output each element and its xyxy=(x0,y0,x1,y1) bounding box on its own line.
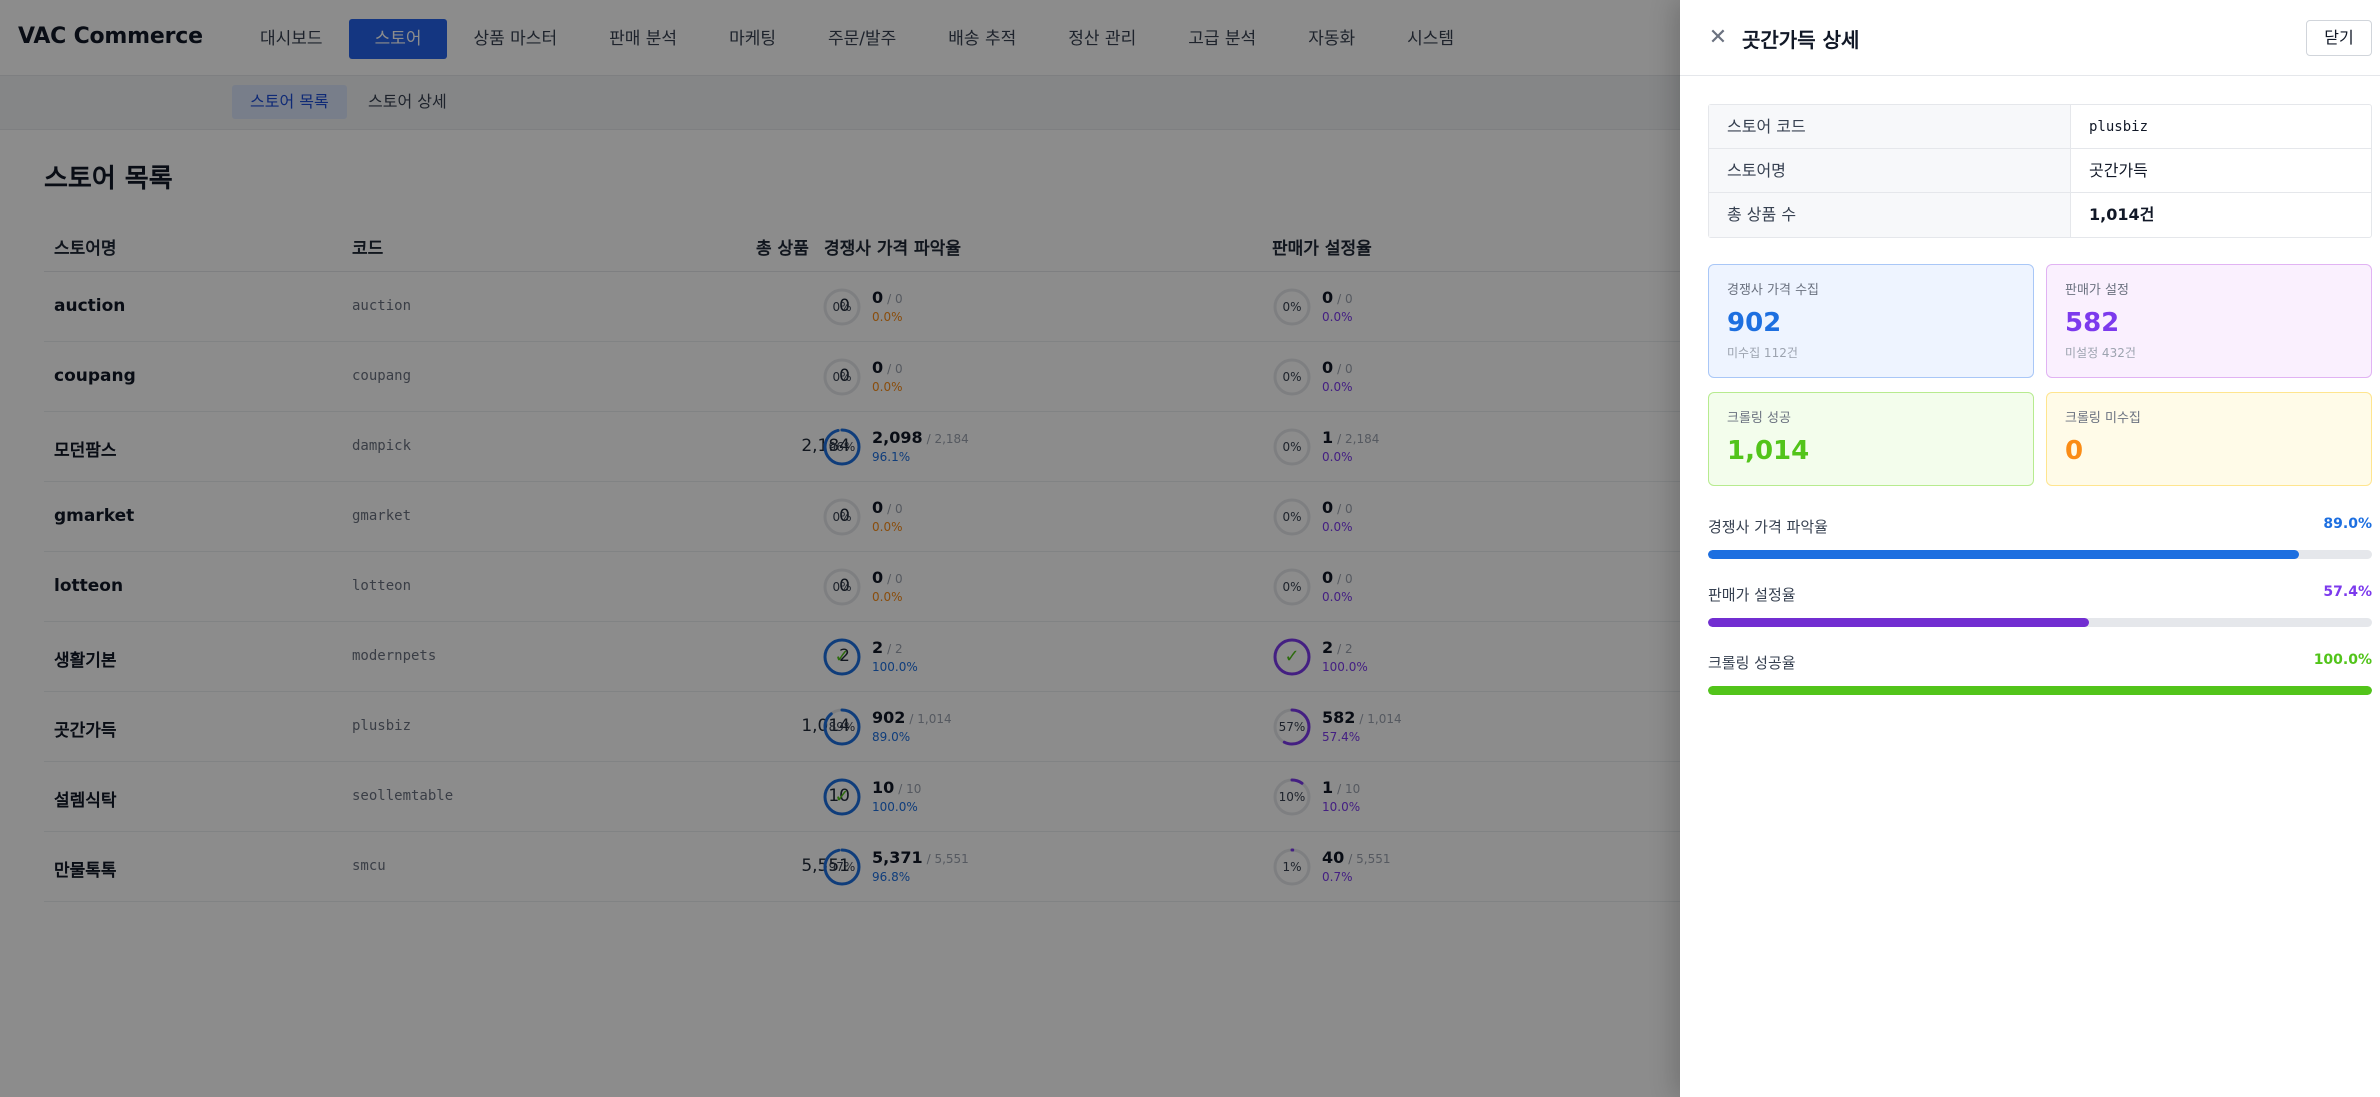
progress-value: 57.4% xyxy=(2323,584,2372,600)
card-label: 크롤링 성공 xyxy=(1727,411,1791,426)
progress-value: 89.0% xyxy=(2323,516,2372,532)
close-button[interactable]: 닫기 xyxy=(2306,20,2372,56)
card-crawl-missing: 크롤링 미수집 0 xyxy=(2046,392,2372,486)
info-value: plusbiz xyxy=(2089,119,2149,135)
progress-crawl-rate: 크롤링 성공율 100.0% xyxy=(1708,652,2372,695)
progress-fill xyxy=(1708,550,2299,559)
info-key: 스토어 코드 xyxy=(1709,105,2071,148)
card-competitor-collected: 경쟁사 가격 수집 902 미수집 112건 xyxy=(1708,264,2034,378)
progress-competitor-rate: 경쟁사 가격 파악율 89.0% xyxy=(1708,516,2372,559)
card-sub: 미설정 432건 xyxy=(2065,346,2136,360)
card-label: 경쟁사 가격 수집 xyxy=(1727,283,1819,298)
drawer-header: ✕ 곳간가득 상세 닫기 xyxy=(1680,0,2380,76)
progress-label: 크롤링 성공율 xyxy=(1708,654,1796,672)
info-row-total: 총 상품 수 1,014건 xyxy=(1709,193,2371,237)
card-value: 1,014 xyxy=(1727,436,1810,466)
info-row-code: 스토어 코드 plusbiz xyxy=(1709,105,2371,149)
card-sub: 미수집 112건 xyxy=(1727,346,1798,360)
card-value: 902 xyxy=(1727,308,1782,338)
progress-track xyxy=(1708,618,2372,627)
progress-price-rate: 판매가 설정율 57.4% xyxy=(1708,584,2372,627)
progress-label: 판매가 설정율 xyxy=(1708,586,1796,604)
progress-fill xyxy=(1708,618,2090,627)
store-detail-drawer: ✕ 곳간가득 상세 닫기 스토어 코드 plusbiz 스토어명 곳간가득 총 … xyxy=(1680,0,2380,1097)
info-value: 1,014건 xyxy=(2089,205,2155,224)
card-label: 크롤링 미수집 xyxy=(2065,411,2141,426)
card-price-set: 판매가 설정 582 미설정 432건 xyxy=(2046,264,2372,378)
card-crawl-success: 크롤링 성공 1,014 xyxy=(1708,392,2034,486)
card-value: 0 xyxy=(2065,436,2084,466)
card-label: 판매가 설정 xyxy=(2065,283,2129,298)
info-key: 총 상품 수 xyxy=(1709,193,2071,237)
info-row-name: 스토어명 곳간가득 xyxy=(1709,149,2371,193)
info-value: 곳간가득 xyxy=(2089,161,2148,180)
progress-value: 100.0% xyxy=(2313,652,2372,668)
progress-track xyxy=(1708,686,2372,695)
modal-overlay[interactable] xyxy=(0,0,1680,1097)
store-info-table: 스토어 코드 plusbiz 스토어명 곳간가득 총 상품 수 1,014건 xyxy=(1708,104,2372,238)
progress-fill xyxy=(1708,686,2372,695)
card-value: 582 xyxy=(2065,308,2120,338)
progress-track xyxy=(1708,550,2372,559)
info-key: 스토어명 xyxy=(1709,149,2071,192)
progress-label: 경쟁사 가격 파악율 xyxy=(1708,518,1828,536)
drawer-title: 곳간가득 상세 xyxy=(1742,28,1860,52)
close-icon[interactable]: ✕ xyxy=(1706,26,1730,50)
